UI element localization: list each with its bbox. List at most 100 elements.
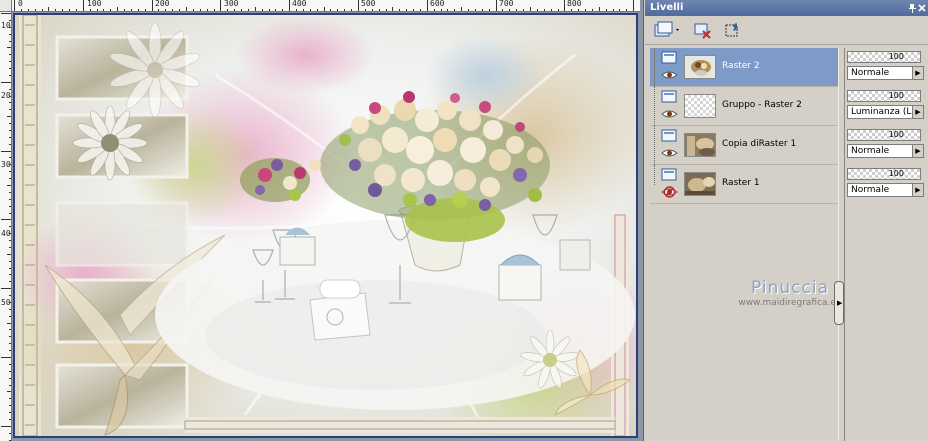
- opacity-slider[interactable]: 100: [847, 51, 921, 63]
- ruler-tick: [151, 0, 153, 11]
- ruler-tick: [9, 295, 11, 297]
- blend-mode-select[interactable]: Luminanza (L) ▶: [847, 105, 924, 119]
- ruler-tick: [48, 7, 50, 11]
- ruler-tick: [268, 9, 270, 11]
- new-layer-button[interactable]: [651, 20, 685, 42]
- delete-layer-icon: [694, 21, 712, 42]
- blend-mode-value: Normale: [851, 185, 890, 195]
- ruler-tick: [9, 136, 11, 138]
- document-image[interactable]: [13, 13, 638, 438]
- ruler-tick: [1, 357, 11, 358]
- close-icon[interactable]: [916, 2, 928, 14]
- ruler-label: 600: [430, 0, 445, 8]
- ruler-tick: [9, 405, 11, 407]
- opacity-slider[interactable]: 100: [847, 168, 921, 180]
- layer-thumbnail: [684, 172, 716, 196]
- ruler-tick: [9, 233, 11, 235]
- ruler-tick: [516, 9, 518, 11]
- ruler-tick: [172, 9, 174, 11]
- splitter-handle[interactable]: ▶: [834, 281, 844, 325]
- blend-mode-select[interactable]: Normale ▶: [847, 66, 924, 80]
- ruler-tick: [9, 143, 11, 145]
- ruler-tick: [9, 171, 11, 173]
- layer-row-copia-diraster-1[interactable]: Copia diRaster 1: [650, 126, 838, 165]
- ruler-tick: [337, 9, 339, 11]
- blend-mode-value: Luminanza (L): [851, 107, 915, 117]
- ruler-corner: [0, 0, 12, 12]
- ruler-tick: [413, 9, 415, 11]
- visibility-eye-icon[interactable]: [661, 69, 678, 81]
- ruler-tick: [9, 191, 11, 193]
- ruler-tick: [530, 7, 531, 11]
- ruler-tick: [316, 9, 318, 11]
- ruler-tick: [543, 9, 545, 11]
- ruler-tick: [110, 9, 112, 11]
- ruler-tick: [9, 377, 11, 379]
- hidden-layer-icon[interactable]: [661, 186, 678, 198]
- visibility-eye-icon[interactable]: [661, 147, 678, 159]
- ruler-tick: [9, 123, 11, 125]
- blend-mode-select[interactable]: Normale ▶: [847, 183, 924, 197]
- ruler-tick: [1, 425, 11, 427]
- opacity-slider[interactable]: 100: [847, 90, 921, 102]
- layer-row-raster-2[interactable]: Raster 2: [650, 48, 838, 87]
- layer-thumbnail: [684, 133, 716, 157]
- ruler-tick: [578, 9, 580, 11]
- dropdown-arrow-icon[interactable]: ▶: [912, 145, 923, 157]
- ruler-tick: [20, 9, 22, 11]
- ruler-tick: [9, 398, 11, 400]
- ruler-tick: [550, 9, 552, 11]
- ruler-tick: [1, 219, 11, 221]
- layer-row-gruppo-raster-2[interactable]: Gruppo - Raster 2: [650, 87, 838, 126]
- image-canvas-area[interactable]: 0 100 200 300 400 500 600 700 800 100 20…: [0, 0, 644, 441]
- ruler-tick: [454, 9, 456, 11]
- ruler-tick: [124, 9, 126, 11]
- ruler-tick: [296, 9, 298, 11]
- delete-layer-button[interactable]: [692, 20, 714, 42]
- dropdown-arrow-icon[interactable]: ▶: [912, 106, 923, 118]
- layer-properties-copia-diraster-1: 100 Normale ▶: [846, 126, 928, 165]
- ruler-tick: [633, 0, 635, 11]
- ruler-tick: [7, 47, 11, 49]
- ruler-tick: [406, 9, 408, 11]
- layer-thumbnail: [684, 94, 716, 118]
- layer-list: Raster 2 Gruppo - Raster 2 Copia diRaste…: [650, 48, 842, 441]
- ruler-tick: [351, 9, 353, 11]
- ruler-tick: [82, 0, 84, 11]
- dropdown-arrow-icon[interactable]: ▶: [912, 184, 923, 196]
- ruler-tick: [9, 226, 11, 228]
- ruler-tick: [9, 412, 11, 414]
- ruler-tick: [9, 384, 11, 386]
- ruler-tick: [261, 9, 263, 11]
- ruler-tick: [9, 432, 11, 434]
- ruler-tick: [9, 68, 11, 70]
- visibility-eye-icon[interactable]: [661, 108, 678, 120]
- blend-mode-value: Normale: [851, 68, 890, 78]
- ruler-tick: [186, 7, 187, 11]
- opacity-slider[interactable]: 100: [847, 129, 921, 141]
- layer-row-raster-1[interactable]: Raster 1: [650, 165, 838, 204]
- ruler-tick: [9, 274, 11, 276]
- panel-titlebar[interactable]: Livelli: [645, 0, 928, 16]
- layer-name: Raster 2: [722, 61, 760, 71]
- panel-splitter[interactable]: [838, 48, 845, 441]
- ruler-label: 500: [361, 0, 376, 8]
- ruler-tick: [9, 363, 11, 365]
- ruler-tick: [9, 281, 11, 283]
- layer-thumbnail: [684, 55, 716, 79]
- blend-mode-select[interactable]: Normale ▶: [847, 144, 924, 158]
- ruler-tick: [75, 9, 77, 11]
- mask-button[interactable]: [722, 20, 744, 42]
- ruler-label: 800: [567, 0, 582, 8]
- ruler-tick: [9, 370, 11, 372]
- ruler-tick: [9, 212, 11, 214]
- ruler-tick: [27, 9, 29, 11]
- ruler-tick: [220, 0, 222, 11]
- ruler-tick: [9, 315, 11, 317]
- layer-properties-gruppo-raster-2: 100 Luminanza (L) ▶: [846, 87, 928, 126]
- ruler-tick: [364, 9, 366, 11]
- ruler-tick: [192, 9, 194, 11]
- dropdown-arrow-icon[interactable]: ▶: [912, 67, 923, 79]
- ruler-tick: [55, 9, 57, 11]
- ruler-tick: [158, 9, 160, 11]
